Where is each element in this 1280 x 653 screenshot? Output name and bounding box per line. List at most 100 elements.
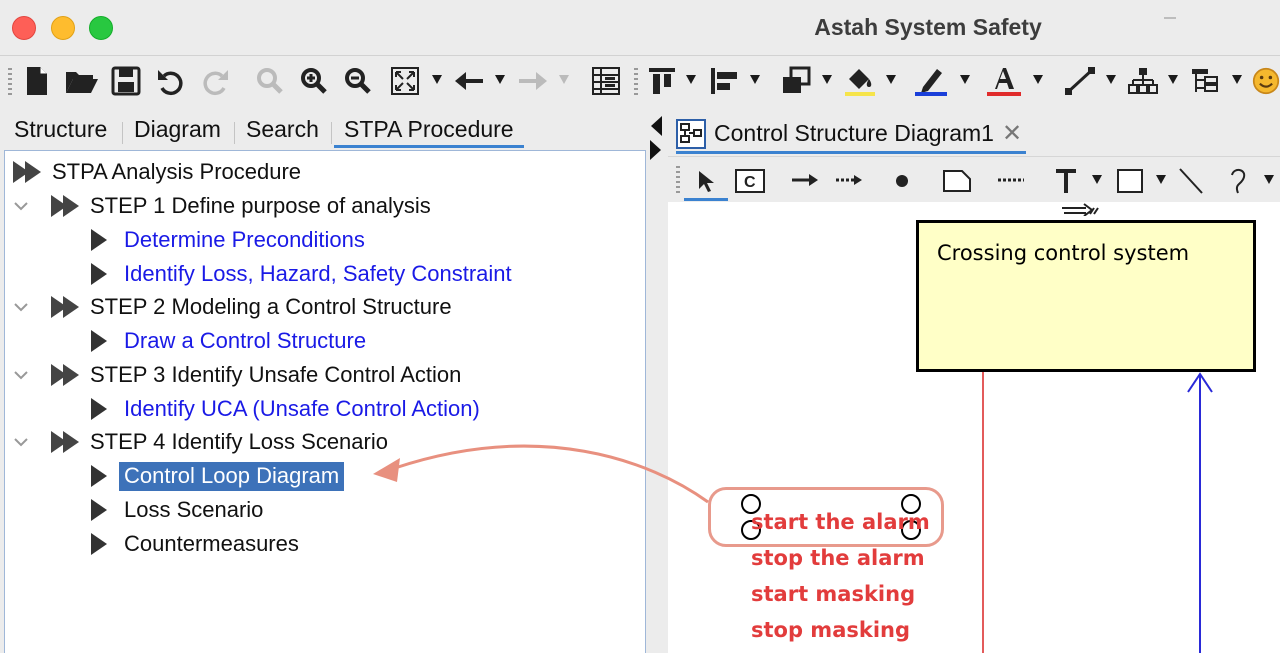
list-layout-icon[interactable] xyxy=(1188,65,1224,97)
font-color-dropdown-icon[interactable] xyxy=(1033,75,1043,84)
line-color-icon[interactable] xyxy=(912,65,950,97)
save-icon[interactable] xyxy=(110,65,142,97)
redo-icon[interactable] xyxy=(199,65,231,97)
layer-icon[interactable] xyxy=(780,65,812,97)
item-label[interactable]: Identify UCA (Unsafe Control Action) xyxy=(119,395,485,424)
line-icon[interactable] xyxy=(1178,167,1204,195)
tab-diagram[interactable]: Diagram xyxy=(134,116,221,143)
double-chevron-icon xyxy=(51,195,79,217)
item-label[interactable]: Countermeasures xyxy=(119,530,304,559)
align-top-icon[interactable] xyxy=(646,65,678,97)
dot-icon[interactable] xyxy=(894,173,910,189)
select-icon xyxy=(699,171,714,192)
expand-icon[interactable] xyxy=(388,65,422,97)
open-folder-icon[interactable] xyxy=(64,65,100,97)
tree-item[interactable]: Countermeasures xyxy=(91,528,304,560)
triangle-right-icon xyxy=(91,533,107,555)
triangle-right-icon xyxy=(91,229,107,251)
tree-item[interactable]: Identify Loss, Hazard, Safety Constraint xyxy=(91,258,517,290)
control-action-item[interactable]: start the alarm xyxy=(751,504,930,540)
tree-item[interactable]: Loss Scenario xyxy=(91,494,268,526)
tab-structure[interactable]: Structure xyxy=(14,116,107,143)
fill-color-icon[interactable] xyxy=(842,65,878,97)
item-label[interactable]: Loss Scenario xyxy=(119,496,268,525)
triangle-right-icon xyxy=(91,499,107,521)
collapse-arrows-icon[interactable] xyxy=(649,114,663,162)
chevron-down-icon[interactable] xyxy=(13,434,29,450)
close-tab-icon[interactable]: ✕ xyxy=(1002,119,1022,148)
arrow-icon[interactable] xyxy=(790,171,820,189)
tree-step-1[interactable]: STEP 1 Define purpose of analysis xyxy=(51,190,436,222)
select-tool[interactable] xyxy=(684,163,728,201)
control-action-list[interactable]: start the alarm stop the alarm start mas… xyxy=(751,504,930,648)
new-file-icon[interactable] xyxy=(22,65,52,97)
step-label: STEP 3 Identify Unsafe Control Action xyxy=(90,361,462,387)
item-label[interactable]: Determine Preconditions xyxy=(119,226,370,255)
text-icon[interactable] xyxy=(1054,167,1078,195)
tree-step-4[interactable]: STEP 4 Identify Loss Scenario xyxy=(51,426,393,458)
toolbar-grip-icon[interactable] xyxy=(676,166,680,194)
curve-dropdown-icon[interactable] xyxy=(1264,175,1274,184)
item-label[interactable]: Draw a Control Structure xyxy=(119,327,371,356)
align-left-dropdown-icon[interactable] xyxy=(750,75,760,84)
zoom-in-icon[interactable] xyxy=(298,65,330,97)
smiley-icon[interactable] xyxy=(1252,65,1280,97)
tree-item[interactable]: Draw a Control Structure xyxy=(91,325,371,357)
toolbar-grip-icon[interactable] xyxy=(8,68,12,96)
zoom-fit-icon[interactable] xyxy=(254,65,286,97)
align-left-icon[interactable] xyxy=(708,65,740,97)
tab-separator xyxy=(122,122,123,144)
tab-search[interactable]: Search xyxy=(246,116,319,143)
back-dropdown-icon[interactable] xyxy=(495,75,505,84)
tree-layout-dropdown-icon[interactable] xyxy=(1168,75,1178,84)
forward-dropdown-icon[interactable] xyxy=(559,75,569,84)
back-icon[interactable] xyxy=(452,65,486,97)
tab-separator xyxy=(234,122,235,144)
rectangle-icon[interactable] xyxy=(1116,168,1144,194)
curve-icon[interactable] xyxy=(1228,167,1252,195)
tab-control-structure-diagram[interactable]: Control Structure Diagram1 ✕ xyxy=(676,116,1027,154)
tree-item-selected[interactable]: Control Loop Diagram xyxy=(91,460,345,492)
stpa-procedure-tree: STPA Analysis Procedure STEP 1 Define pu… xyxy=(4,150,646,653)
align-top-dropdown-icon[interactable] xyxy=(686,75,696,84)
layer-dropdown-icon[interactable] xyxy=(822,75,832,84)
text-dropdown-icon[interactable] xyxy=(1092,175,1102,184)
item-label[interactable]: Control Loop Diagram xyxy=(119,461,345,491)
tab-stpa-procedure[interactable]: STPA Procedure xyxy=(334,116,524,148)
diagram-canvas[interactable]: Crossing control system start the alarm … xyxy=(668,202,1280,653)
line-color-dropdown-icon[interactable] xyxy=(960,75,970,84)
undo-icon[interactable] xyxy=(155,65,187,97)
title-bar: Astah System Safety xyxy=(0,0,1280,56)
panel-divider[interactable] xyxy=(646,112,668,653)
forward-icon[interactable] xyxy=(516,65,550,97)
dotted-arrow-icon[interactable] xyxy=(834,171,864,189)
title-dash-icon xyxy=(1164,17,1176,19)
tree-item[interactable]: Identify UCA (Unsafe Control Action) xyxy=(91,393,485,425)
chevron-down-icon[interactable] xyxy=(13,367,29,383)
diagram-toolbar: C xyxy=(668,156,1280,202)
line-style-icon[interactable] xyxy=(1062,65,1098,97)
control-action-item[interactable]: start masking xyxy=(751,576,930,612)
dashed-line-icon[interactable] xyxy=(996,175,1026,185)
chevron-down-icon[interactable] xyxy=(13,198,29,214)
toolbar-grip-icon[interactable] xyxy=(634,68,638,96)
font-color-icon[interactable] xyxy=(984,65,1024,97)
tree-item[interactable]: Determine Preconditions xyxy=(91,224,370,256)
tree-step-3[interactable]: STEP 3 Identify Unsafe Control Action xyxy=(51,359,466,391)
item-label[interactable]: Identify Loss, Hazard, Safety Constraint xyxy=(119,260,517,289)
tree-layout-icon[interactable] xyxy=(1126,65,1160,97)
tree-root[interactable]: STPA Analysis Procedure xyxy=(13,156,306,188)
chevron-down-icon[interactable] xyxy=(13,299,29,315)
expand-dropdown-icon[interactable] xyxy=(432,75,442,84)
note-icon[interactable] xyxy=(942,169,972,193)
control-action-item[interactable]: stop masking xyxy=(751,612,930,648)
tree-step-2[interactable]: STEP 2 Modeling a Control Structure xyxy=(51,291,457,323)
fill-color-dropdown-icon[interactable] xyxy=(886,75,896,84)
zoom-out-icon[interactable] xyxy=(342,65,374,97)
table-icon[interactable] xyxy=(590,65,622,97)
control-action-item[interactable]: stop the alarm xyxy=(751,540,930,576)
line-style-dropdown-icon[interactable] xyxy=(1106,75,1116,84)
list-layout-dropdown-icon[interactable] xyxy=(1232,75,1242,84)
component-icon[interactable]: C xyxy=(734,168,766,194)
rectangle-dropdown-icon[interactable] xyxy=(1156,175,1166,184)
